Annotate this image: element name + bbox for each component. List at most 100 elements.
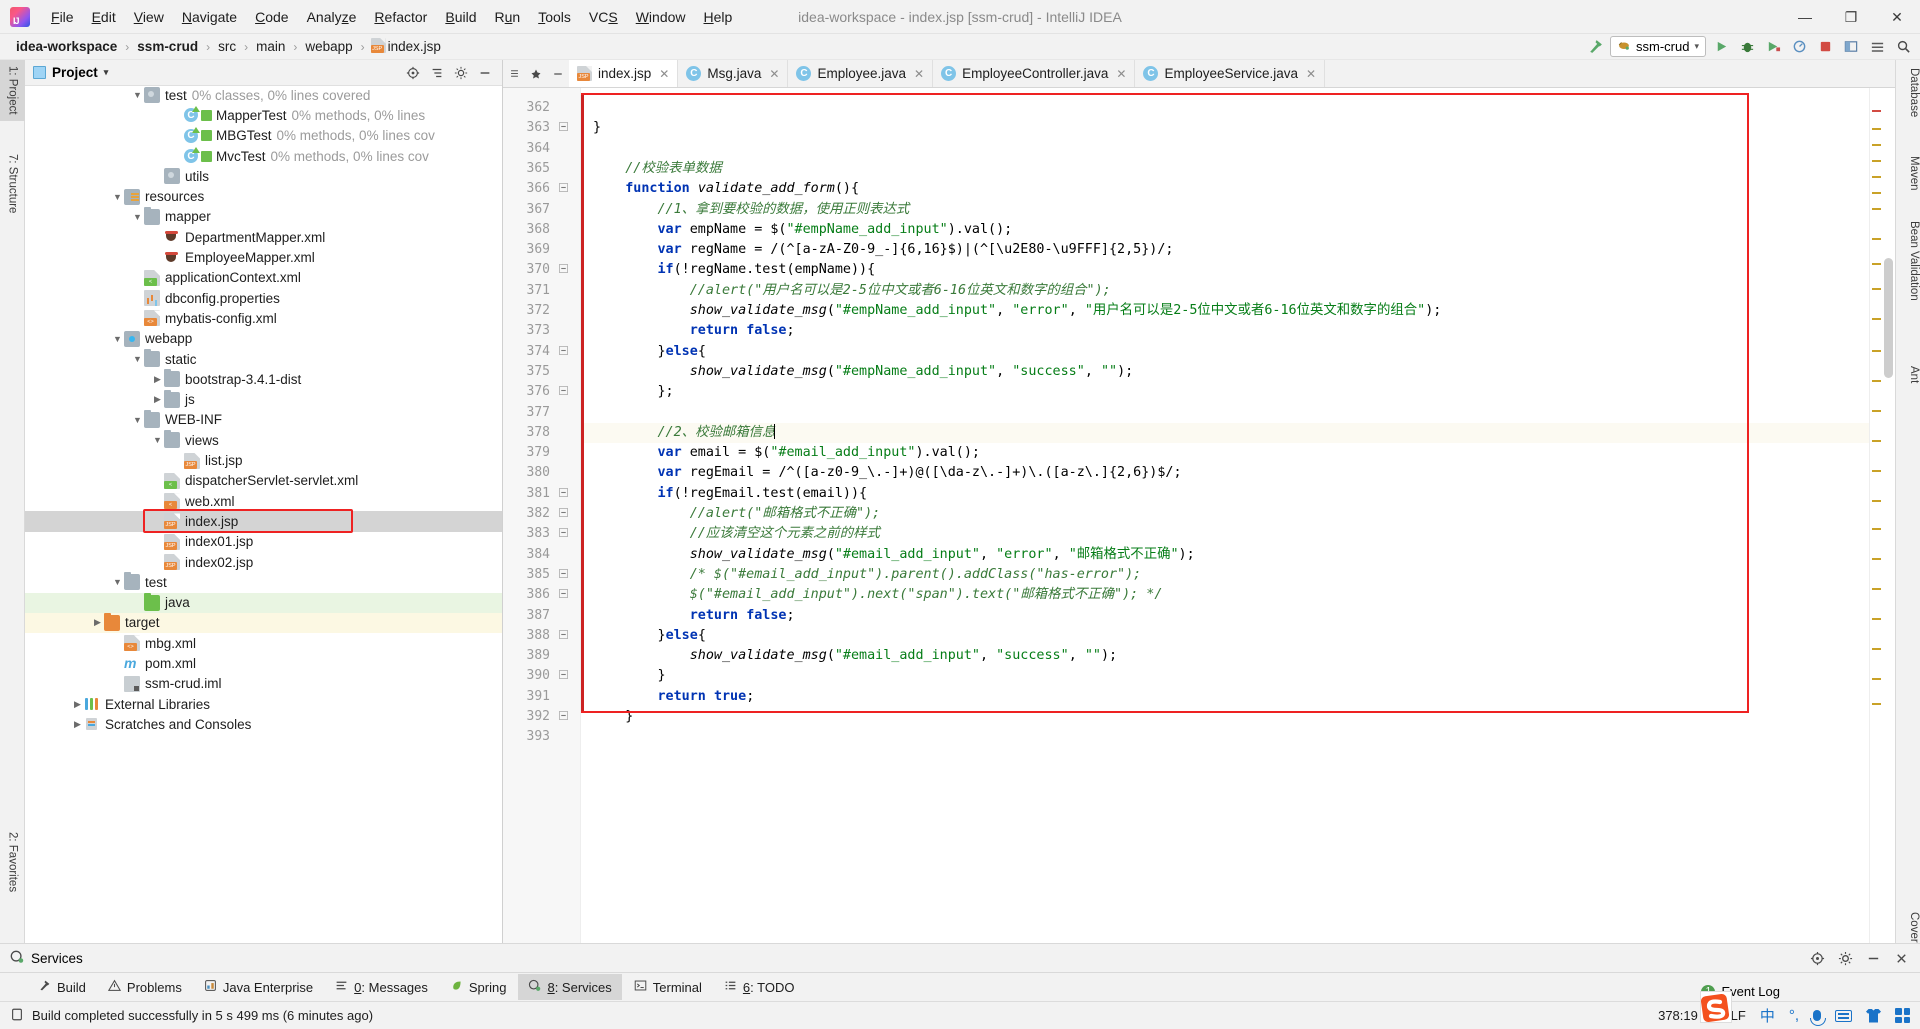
target-icon[interactable]	[1806, 947, 1828, 969]
tree-node[interactable]: ▼ mapper	[25, 206, 502, 227]
code-line[interactable]: show_validate_msg("#empName_add_input", …	[581, 301, 1869, 321]
tree-twisty-icon[interactable]: ▶	[151, 374, 164, 385]
run-icon[interactable]	[1710, 36, 1732, 58]
menu-analyze[interactable]: Analyze	[298, 5, 366, 29]
keyboard-icon[interactable]	[1835, 1009, 1852, 1022]
gear-icon[interactable]	[450, 62, 472, 84]
bottom-tab-6-todo[interactable]: 6: TODO	[714, 974, 805, 1000]
profile-icon[interactable]	[1788, 36, 1810, 58]
breadcrumb-item-5[interactable]: index.jsp	[386, 39, 443, 54]
tree-node[interactable]: <> mbg.xml	[25, 633, 502, 653]
error-stripe-marker[interactable]	[1872, 110, 1881, 112]
bottom-tab-8-services[interactable]: 8: Services	[518, 974, 622, 1000]
error-stripe-marker[interactable]	[1872, 500, 1881, 502]
code-text-area[interactable]: } //校验表单数据 function validate_add_form(){…	[581, 88, 1869, 950]
tree-node[interactable]: C MBGTest 0% methods, 0% lines cov	[25, 126, 502, 146]
project-tree[interactable]: ▼ test 0% classes, 0% lines covered C Mapper…	[25, 86, 502, 972]
editor-vertical-scrollbar[interactable]	[1883, 88, 1895, 950]
code-fold-icon[interactable]	[557, 179, 569, 199]
error-stripe-marker[interactable]	[1872, 144, 1881, 146]
tree-node[interactable]: m pom.xml	[25, 653, 502, 673]
breadcrumb-item-2[interactable]: src	[216, 39, 238, 54]
menu-window[interactable]: Window	[627, 5, 695, 29]
code-fold-icon[interactable]	[557, 504, 569, 524]
error-stripe-marker[interactable]	[1872, 440, 1881, 442]
settings-icon[interactable]	[1866, 36, 1888, 58]
menu-refactor[interactable]: Refactor	[365, 5, 436, 29]
tree-node[interactable]: JSP list.jsp	[25, 450, 502, 470]
editor-tab-employeeservice-java[interactable]: C EmployeeService.java ✕	[1135, 60, 1326, 87]
tree-twisty-icon[interactable]: ▶	[71, 699, 84, 710]
close-icon[interactable]: ✕	[659, 67, 669, 81]
mic-icon[interactable]	[1810, 1010, 1826, 1026]
code-line[interactable]: show_validate_msg("#email_add_input", "e…	[581, 545, 1869, 565]
tree-twisty-icon[interactable]: ▼	[111, 334, 124, 344]
error-stripe-marker[interactable]	[1872, 558, 1881, 560]
maximize-button[interactable]: ❐	[1828, 0, 1874, 34]
tree-node[interactable]: < dispatcherServlet-servlet.xml	[25, 471, 502, 491]
menu-run[interactable]: Run	[486, 5, 530, 29]
editor-tab-employeecontroller-java[interactable]: C EmployeeController.java ✕	[933, 60, 1136, 87]
tree-node[interactable]: ▶ target	[25, 612, 502, 634]
tree-node[interactable]: ▶ External Libraries	[25, 694, 502, 714]
close-icon[interactable]: ✕	[769, 67, 779, 81]
tree-node[interactable]: ▶ Scratches and Consoles	[25, 714, 502, 734]
grid-icon[interactable]	[1895, 1008, 1910, 1023]
tree-node[interactable]: dbconfig.properties	[25, 288, 502, 308]
code-fold-icon[interactable]	[557, 524, 569, 544]
error-stripe-marker[interactable]	[1872, 703, 1881, 705]
tree-twisty-icon[interactable]: ▼	[131, 354, 144, 364]
close-button[interactable]: ✕	[1874, 0, 1920, 34]
code-line[interactable]: }	[581, 707, 1869, 727]
code-editor[interactable]: 362 363 364 365 366 367 368 369 370 371 372 373 374 3…	[503, 88, 1895, 950]
code-line[interactable]: function validate_add_form(){	[581, 179, 1869, 199]
code-line[interactable]: //校验表单数据	[581, 159, 1869, 179]
code-fold-icon[interactable]	[557, 565, 569, 585]
tree-node[interactable]: java	[25, 592, 502, 613]
error-stripe-marker[interactable]	[1872, 263, 1881, 265]
tree-twisty-icon[interactable]: ▼	[111, 192, 124, 202]
error-stripe-marker[interactable]	[1872, 678, 1881, 680]
error-stripe-marker[interactable]	[1872, 470, 1881, 472]
code-line[interactable]: //alert("用户名可以是2-5位中文或者6-16位英文和数字的组合");	[581, 281, 1869, 301]
run-configuration-selector[interactable]: ssm-crud ▾	[1610, 36, 1706, 57]
debug-icon[interactable]	[1736, 36, 1758, 58]
code-line[interactable]: return false;	[581, 606, 1869, 626]
tree-node[interactable]: C MapperTest 0% methods, 0% lines	[25, 105, 502, 125]
tree-node[interactable]: <> mybatis-config.xml	[25, 308, 502, 328]
code-line[interactable]: return true;	[581, 687, 1869, 707]
error-stripe-marker[interactable]	[1872, 160, 1881, 162]
tool-tab-structure[interactable]: 7: Structure	[0, 148, 25, 219]
hide-editor-icon[interactable]	[547, 60, 569, 87]
code-line[interactable]: $("#email_add_input").next("span").text(…	[581, 585, 1869, 605]
tree-node[interactable]: ▼ test	[25, 572, 502, 592]
code-line[interactable]: /* $("#email_add_input").parent().addCla…	[581, 565, 1869, 585]
code-fold-icon[interactable]	[557, 342, 569, 362]
hide-icon[interactable]	[474, 62, 496, 84]
hammer-icon[interactable]	[1584, 36, 1606, 58]
menu-navigate[interactable]: Navigate	[173, 5, 246, 29]
collapse-all-icon[interactable]	[426, 62, 448, 84]
error-stripe-marker[interactable]	[1872, 618, 1881, 620]
error-stripe-marker[interactable]	[1872, 318, 1881, 320]
bottom-tab-terminal[interactable]: Terminal	[624, 974, 712, 1000]
code-line[interactable]: if(!regName.test(empName)){	[581, 260, 1869, 280]
code-line[interactable]: //应该清空这个元素之前的样式	[581, 524, 1869, 544]
code-line[interactable]: //2、校验邮箱信息	[581, 422, 1869, 444]
close-icon[interactable]: ✕	[1116, 67, 1126, 81]
code-line[interactable]	[581, 727, 1869, 747]
tool-tab-bean-validation[interactable]: Bean Validation	[1895, 215, 1920, 307]
tree-twisty-icon[interactable]: ▼	[111, 577, 124, 587]
code-line[interactable]: return false;	[581, 321, 1869, 341]
error-stripe-marker[interactable]	[1872, 648, 1881, 650]
layout-icon[interactable]	[1840, 36, 1862, 58]
editor-tab-employee-java[interactable]: C Employee.java ✕	[788, 60, 934, 87]
menu-code[interactable]: Code	[246, 5, 297, 29]
code-line[interactable]: }else{	[581, 626, 1869, 646]
breadcrumb-item-4[interactable]: webapp	[303, 39, 354, 54]
tree-node[interactable]: DepartmentMapper.xml	[25, 227, 502, 247]
code-fold-icon[interactable]	[557, 382, 569, 402]
chevron-down-icon[interactable]: ▾	[1694, 41, 1699, 52]
tree-node[interactable]: ▼ resources	[25, 187, 502, 207]
minimize-button[interactable]: —	[1782, 0, 1828, 34]
